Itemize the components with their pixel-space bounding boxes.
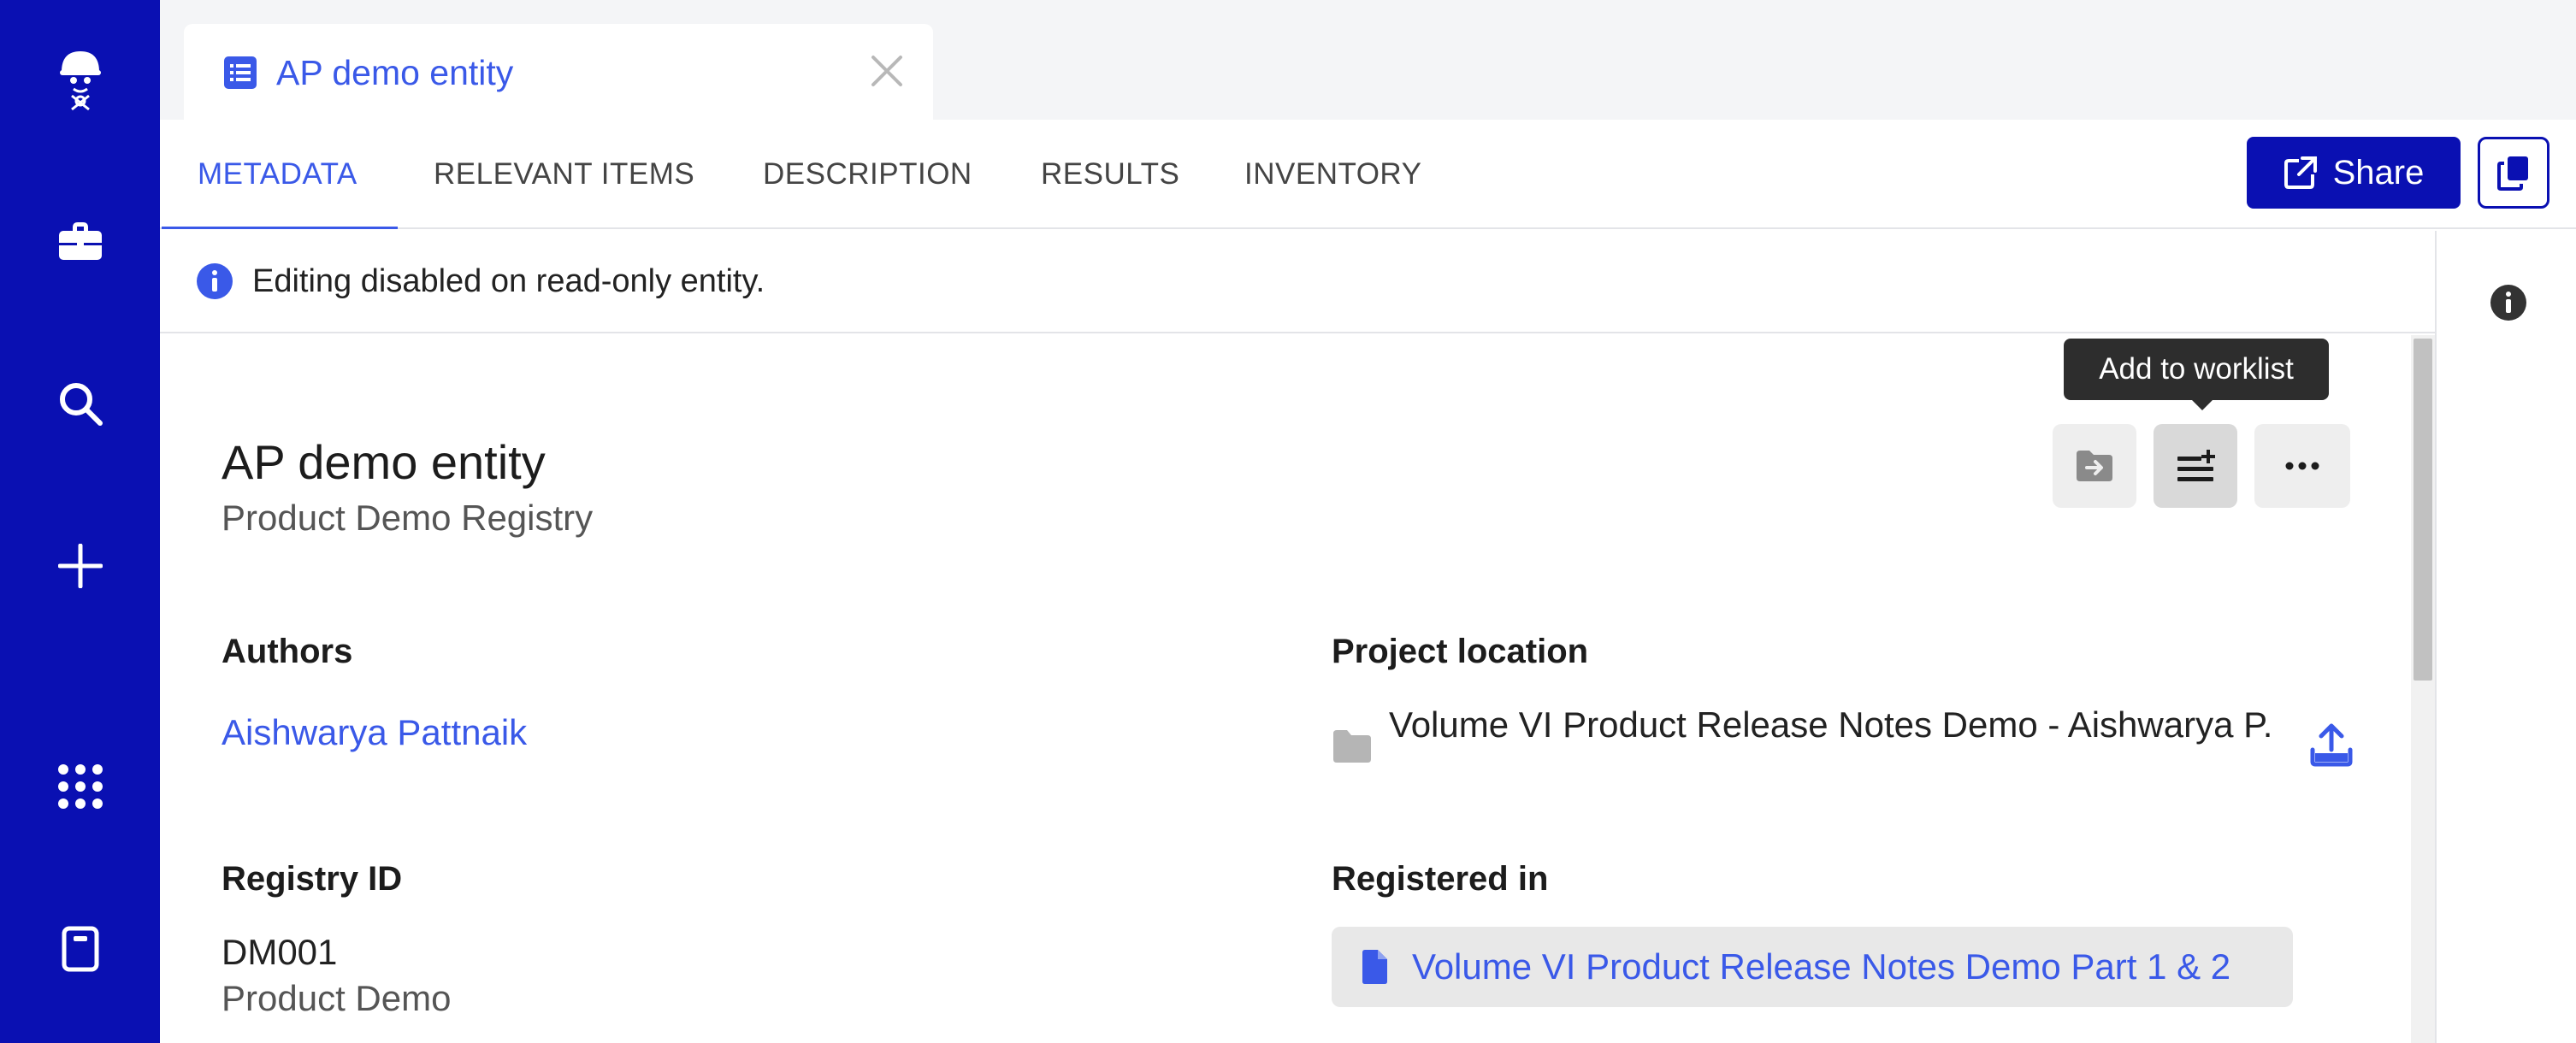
registry-id-label: Registry ID (222, 860, 403, 898)
right-info-column (2435, 231, 2576, 1043)
registry-name: Product Demo (222, 978, 452, 1018)
tab-results[interactable]: RESULTS (1041, 120, 1179, 229)
folder-icon (1333, 730, 1371, 763)
tab-title: AP demo entity (276, 52, 514, 92)
document-icon (1362, 950, 1387, 984)
more-icon (2285, 462, 2319, 470)
scrollbar-thumb[interactable] (2414, 339, 2432, 681)
rail-apps[interactable] (0, 735, 160, 838)
plus-icon (57, 544, 103, 588)
copy-button[interactable] (2478, 137, 2549, 209)
move-button[interactable] (2053, 424, 2136, 508)
upload-icon[interactable] (2310, 722, 2353, 767)
info-icon (197, 263, 233, 299)
move-to-folder-icon (2077, 451, 2112, 481)
section-tabs: METADATA RELEVANT ITEMS DESCRIPTION RESU… (160, 120, 2576, 229)
search-icon (59, 383, 103, 426)
notice-text: Editing disabled on read-only entity. (252, 262, 765, 299)
tab-description[interactable]: DESCRIPTION (763, 120, 972, 229)
rail-create[interactable] (0, 515, 160, 617)
left-nav-rail (0, 0, 160, 1043)
external-link-icon (2284, 156, 2317, 189)
share-button[interactable]: Share (2247, 137, 2461, 209)
read-only-notice: Editing disabled on read-only entity. (160, 231, 2435, 333)
entity-tab[interactable]: AP demo entity (184, 24, 933, 121)
project-location-value: Volume VI Product Release Notes Demo - A… (1389, 704, 2273, 745)
more-options-button[interactable] (2254, 424, 2350, 508)
entity-title: AP demo entity (222, 435, 546, 489)
share-label: Share (2332, 153, 2425, 192)
authors-label: Authors (222, 633, 353, 670)
tooltip: Add to worklist (2064, 339, 2329, 410)
app-logo[interactable] (0, 27, 160, 130)
active-tab-indicator (162, 227, 398, 229)
registry-id-value: DM001 (222, 932, 338, 972)
registered-in-chip[interactable]: Volume VI Product Release Notes Demo Par… (1332, 927, 2293, 1007)
rail-search[interactable] (0, 352, 160, 455)
scientist-logo-icon (59, 51, 101, 111)
copy-icon (2497, 156, 2528, 191)
registered-in-link[interactable]: Volume VI Product Release Notes Demo Par… (1412, 946, 2230, 987)
briefcase-icon (58, 222, 102, 260)
tab-inventory[interactable]: INVENTORY (1244, 120, 1421, 229)
list-document-icon (224, 56, 257, 89)
tab-metadata[interactable]: METADATA (198, 120, 357, 229)
close-icon[interactable] (866, 50, 907, 91)
tab-relevant-items[interactable]: RELEVANT ITEMS (434, 120, 694, 229)
add-to-worklist-icon (2177, 450, 2215, 481)
rail-projects[interactable] (0, 190, 160, 292)
add-to-worklist-button[interactable] (2154, 424, 2237, 508)
entity-subtitle: Product Demo Registry (222, 498, 594, 538)
info-panel-icon[interactable] (2490, 284, 2527, 321)
tab-strip: AP demo entity (160, 0, 2576, 121)
notebook-icon (62, 926, 98, 972)
rail-notebook[interactable] (0, 898, 160, 1000)
main-panel: METADATA RELEVANT ITEMS DESCRIPTION RESU… (160, 120, 2576, 1043)
project-location-label: Project location (1332, 633, 1589, 670)
author-link[interactable]: Aishwarya Pattnaik (222, 712, 527, 753)
apps-grid-icon (57, 764, 103, 809)
registered-in-label: Registered in (1332, 860, 1549, 898)
